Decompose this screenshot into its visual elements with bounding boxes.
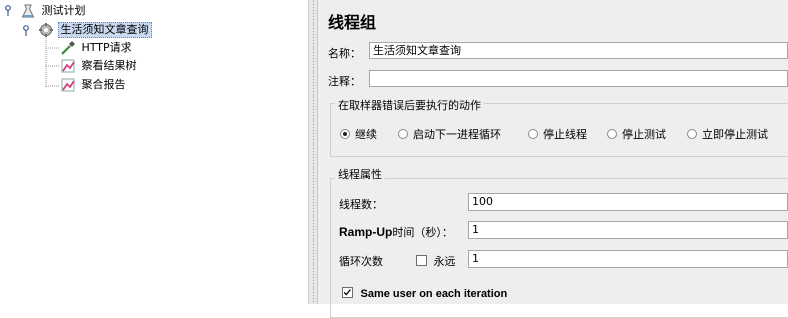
panel-title: 线程组 [328,13,377,32]
radio-label: 停止线程 [543,128,587,141]
radio-continue[interactable]: 继续 [340,126,377,142]
checkbox-checked-icon [342,287,353,298]
thread-properties-title: 线程属性 [335,166,385,182]
test-plan-tree: 测试计划 生活须知文章查询 HTTP请求 察看结果树 聚合报告 [0,0,308,304]
comment-input[interactable] [369,70,788,87]
forever-label: 永远 [433,255,456,268]
radio-label: 继续 [355,128,377,141]
radio-icon [528,129,538,139]
radio-selected-icon [340,129,350,139]
pipette-icon [61,41,75,55]
test-plan-icon [21,4,35,18]
rampup-label: Ramp-Up时间（秒）： [339,224,453,240]
tree-item-http-request[interactable]: HTTP请求 [60,40,134,56]
chart-listener-icon [61,78,75,92]
tree-item-thread-group[interactable]: 生活须知文章查询 [38,22,152,38]
radio-stop-test-now[interactable]: 立即停止测试 [687,126,768,142]
radio-label: 停止测试 [622,128,666,141]
tree-item-label: HTTP请求 [81,41,132,54]
radio-icon [607,129,617,139]
tree-item-test-plan[interactable]: 测试计划 [20,3,88,19]
checkbox-icon [416,255,427,266]
name-input[interactable]: 生活须知文章查询 [369,42,788,59]
loop-count-input[interactable]: 1 [468,250,788,268]
sampler-error-action-title: 在取样器错误后要执行的动作 [335,97,484,113]
tree-item-label: 生活须知文章查询 [57,22,152,38]
thread-count-input[interactable]: 100 [468,193,788,211]
tree-item-label: 测试计划 [41,4,86,17]
chart-listener-icon [61,59,75,73]
tree-item-label: 察看结果树 [81,59,137,72]
rampup-input[interactable]: 1 [468,221,788,239]
tree-item-view-results-tree[interactable]: 察看结果树 [60,58,139,74]
thread-group-panel: 线程组 名称： 生活须知文章查询 注释： 在取样器错误后要执行的动作 继续 启动… [318,0,788,318]
radio-icon [687,129,697,139]
tree-expand-handle[interactable] [22,25,34,37]
radio-label: 立即停止测试 [702,128,768,141]
radio-stop-test[interactable]: 停止测试 [607,126,666,142]
radio-stop-thread[interactable]: 停止线程 [528,126,587,142]
same-user-checkbox[interactable]: Same user on each iteration [342,287,507,300]
split-pane-divider[interactable] [308,0,318,304]
tree-item-label: 聚合报告 [81,78,126,91]
comment-label: 注释： [328,75,361,88]
rampup-label-rest: 时间（秒）： [392,226,453,239]
rampup-label-bold: Ramp-Up [339,225,393,239]
radio-label: 启动下一进程循环 [413,128,501,141]
thread-count-label: 线程数： [339,198,383,211]
tree-expand-handle[interactable] [4,5,16,17]
radio-start-next-loop[interactable]: 启动下一进程循环 [398,126,501,142]
radio-icon [398,129,408,139]
name-label: 名称： [328,47,361,60]
forever-checkbox[interactable]: 永远 [416,253,456,269]
gear-icon [39,23,53,37]
loop-count-label: 循环次数 [339,255,383,268]
same-user-label: Same user on each iteration [360,288,508,300]
tree-item-aggregate-report[interactable]: 聚合报告 [60,77,128,93]
